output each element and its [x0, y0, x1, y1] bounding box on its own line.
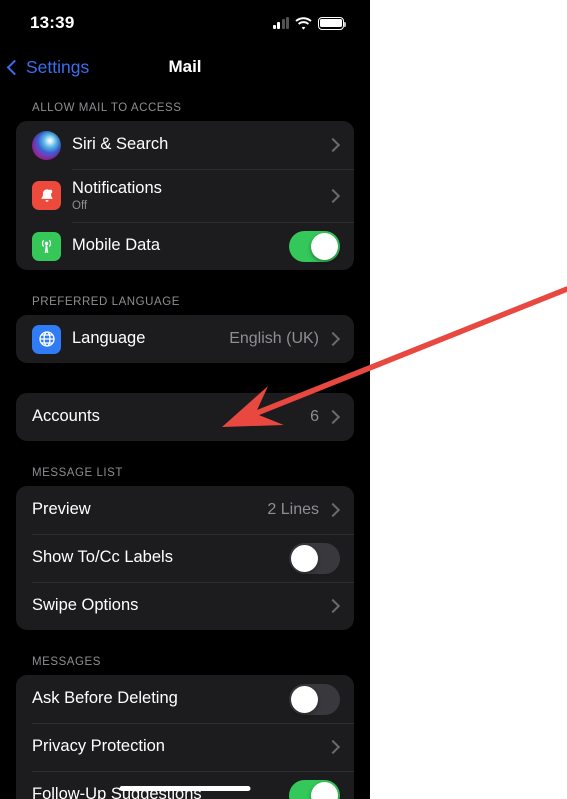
row-title: Mobile Data: [72, 236, 161, 255]
siri-icon: [32, 130, 61, 160]
chevron-right-icon: [325, 137, 341, 153]
section-message-list: Preview 2 Lines Show To/Cc Labels Swipe …: [16, 486, 354, 630]
chevron-right-icon: [325, 598, 341, 614]
row-swipe-options[interactable]: Swipe Options: [16, 582, 354, 630]
row-labels: Notifications Off: [72, 179, 328, 213]
navigation-bar: Settings Mail: [0, 46, 370, 88]
battery-full-icon: [318, 16, 347, 30]
chevron-right-icon: [325, 188, 341, 203]
status-bar: 13:39: [0, 0, 370, 46]
phone-screenshot: 13:39 Settings Mail ALLOW MAIL TO ACCESS: [0, 0, 370, 799]
row-subtitle: Off: [72, 200, 88, 213]
toggle-ask-before-deleting[interactable]: [289, 683, 340, 715]
section-header-message-list: MESSAGE LIST: [32, 467, 123, 479]
row-labels: Privacy Protection: [32, 737, 328, 757]
status-time: 13:39: [30, 13, 75, 32]
status-icons: [272, 16, 347, 30]
chevron-right-icon: [325, 739, 341, 755]
row-value: 2 Lines: [267, 501, 319, 518]
chevron-right-icon: [325, 409, 341, 425]
row-title: Accounts: [32, 407, 100, 426]
row-title: Show To/Cc Labels: [32, 548, 173, 567]
row-title: Ask Before Deleting: [32, 689, 178, 708]
toggle-mobile-data[interactable]: [289, 230, 340, 262]
row-value-accounts-count: 6: [310, 408, 319, 425]
row-show-to-cc-labels[interactable]: Show To/Cc Labels: [16, 534, 354, 582]
section-preferred-language: Language English (UK): [16, 315, 354, 363]
row-labels: Siri & Search: [72, 135, 328, 155]
row-labels: Language: [72, 329, 229, 349]
row-privacy-protection[interactable]: Privacy Protection: [16, 723, 354, 771]
cellular-bars-icon: [272, 17, 289, 29]
toggle-show-to-cc-labels[interactable]: [289, 542, 340, 574]
section-header-preferred-language: PREFERRED LANGUAGE: [32, 296, 180, 308]
row-labels: Swipe Options: [32, 596, 328, 616]
row-labels: Accounts: [32, 407, 310, 427]
globe-icon: [32, 324, 61, 354]
row-labels: Ask Before Deleting: [32, 689, 289, 709]
row-title: Siri & Search: [72, 135, 169, 154]
wifi-icon: [295, 16, 312, 30]
row-accounts[interactable]: Accounts 6: [16, 393, 354, 441]
row-title: Preview: [32, 500, 91, 519]
row-siri-and-search[interactable]: Siri & Search: [16, 121, 354, 169]
row-follow-up-suggestions[interactable]: Follow-Up Suggestions: [16, 771, 354, 799]
row-preview[interactable]: Preview 2 Lines: [16, 486, 354, 534]
section-header-messages: MESSAGES: [32, 656, 101, 668]
section-messages: Ask Before Deleting Privacy Protection F…: [16, 675, 354, 799]
row-notifications[interactable]: Notifications Off: [16, 169, 354, 222]
row-title: Privacy Protection: [32, 737, 165, 756]
row-language[interactable]: Language English (UK): [16, 315, 354, 363]
page-title: Mail: [168, 57, 202, 76]
mobile-data-antenna-icon: [32, 231, 61, 261]
toggle-follow-up-suggestions[interactable]: [289, 779, 340, 799]
row-labels: Mobile Data: [72, 236, 289, 256]
home-indicator[interactable]: [119, 786, 251, 791]
row-title: Swipe Options: [32, 596, 139, 615]
section-allow-mail-to-access: Siri & Search Notifications Off Mobile D…: [16, 121, 354, 270]
chevron-right-icon: [325, 331, 341, 347]
notifications-bell-icon: [32, 181, 61, 210]
section-header-allow-mail-to-access: ALLOW MAIL TO ACCESS: [32, 102, 182, 114]
row-ask-before-deleting[interactable]: Ask Before Deleting: [16, 675, 354, 723]
row-mobile-data[interactable]: Mobile Data: [16, 222, 354, 270]
chevron-right-icon: [325, 502, 341, 518]
row-labels: Preview: [32, 500, 267, 520]
settings-list: ALLOW MAIL TO ACCESS Siri & Search Notif…: [0, 88, 370, 799]
row-labels: Show To/Cc Labels: [32, 548, 289, 568]
section-accounts: Accounts 6: [16, 393, 354, 441]
row-title: Notifications: [72, 178, 162, 197]
row-value: English (UK): [229, 330, 319, 347]
row-title: Language: [72, 329, 146, 348]
